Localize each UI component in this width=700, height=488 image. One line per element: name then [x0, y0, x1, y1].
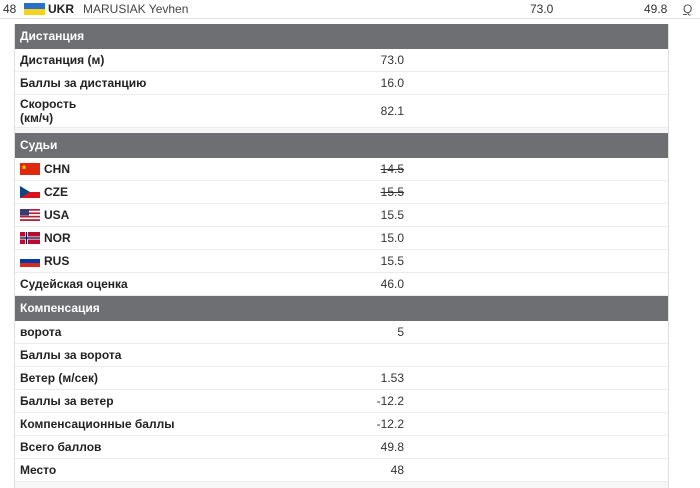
- row-label: Баллы за ворота: [20, 348, 122, 362]
- judge-score: 15.0: [380, 231, 404, 245]
- row-value: 16.0: [380, 76, 404, 90]
- judge-nation: NOR: [44, 231, 71, 245]
- row-label: Ветер (м/сек): [20, 371, 98, 385]
- detail-row-gate-points: Баллы за ворота: [15, 344, 668, 367]
- judge-score-discarded: 14.5: [380, 162, 404, 176]
- row-value: 48: [390, 463, 404, 477]
- row-value: 1.53: [380, 371, 404, 385]
- czech-flag-icon: [20, 186, 40, 198]
- row-label: Место: [20, 463, 57, 477]
- china-flag-icon: [20, 163, 40, 175]
- judge-nation: CZE: [44, 185, 68, 199]
- judge-score-discarded: 15.5: [380, 185, 404, 199]
- nation-code: UKR: [48, 2, 74, 16]
- detail-row-compensation-points: Компенсационные баллы -12.2: [15, 413, 668, 436]
- judges-section-header: Судьи: [15, 133, 668, 158]
- ukraine-flag-icon: [24, 3, 45, 15]
- detail-row-rank: Место 48: [15, 459, 668, 482]
- judge-row: CHN 14.5: [15, 158, 668, 181]
- row-value: 73.0: [380, 53, 404, 67]
- judge-nation: USA: [44, 208, 70, 222]
- row-label: Скорость (км/ч): [20, 97, 77, 125]
- row-value: 82.1: [380, 104, 404, 118]
- judge-row: USA 15.5: [15, 204, 668, 227]
- russia-flag-icon: [20, 255, 40, 267]
- row-label: Дистанция (м): [20, 53, 105, 67]
- row-value: 5: [397, 325, 404, 339]
- detail-row-gate: ворота 5: [15, 321, 668, 344]
- row-label: Всего баллов: [20, 440, 102, 454]
- row-label: ворота: [20, 325, 62, 339]
- usa-flag-icon: [20, 209, 40, 221]
- distance-value: 73.0: [530, 2, 554, 16]
- judge-score: 15.5: [380, 208, 404, 222]
- compensation-section-header: Компенсация: [15, 296, 668, 321]
- judge-nation: CHN: [44, 162, 70, 176]
- detail-row-wind-points: Баллы за ветер -12.2: [15, 390, 668, 413]
- jump-details-panel: Дистанция Дистанция (м) 73.0 Баллы за ди…: [14, 24, 669, 488]
- judge-nation: RUS: [44, 254, 70, 268]
- detail-row-wind: Ветер (м/сек) 1.53: [15, 367, 668, 390]
- norway-flag-icon: [20, 232, 40, 244]
- details-toggle-button[interactable]: Q: [683, 2, 692, 16]
- total-points-value: 49.8: [644, 2, 668, 16]
- row-label: Баллы за ветер: [20, 394, 114, 408]
- row-label: Судейская оценка: [20, 277, 128, 291]
- judge-row: CZE 15.5: [15, 181, 668, 204]
- judge-row: NOR 15.0: [15, 227, 668, 250]
- judge-row: RUS 15.5: [15, 250, 668, 273]
- detail-row-speed: Скорость (км/ч) 82.1: [15, 95, 668, 128]
- rank: 48: [3, 2, 17, 16]
- athlete-name: MARUSIAK Yevhen: [83, 2, 189, 16]
- detail-row-distance: Дистанция (м) 73.0: [15, 49, 668, 72]
- detail-row-judge-points: Судейская оценка 46.0: [15, 273, 668, 296]
- row-value: 46.0: [380, 277, 404, 291]
- row-label: Компенсационные баллы: [20, 417, 175, 431]
- detail-row-distance-points: Баллы за дистанцию 16.0: [15, 72, 668, 95]
- distance-section-header: Дистанция: [15, 24, 668, 49]
- detail-row-total-points: Всего баллов 49.8: [15, 436, 668, 459]
- judge-score: 15.5: [380, 254, 404, 268]
- result-row[interactable]: 48 UKR MARUSIAK Yevhen 73.0 49.8 Q: [0, 0, 700, 19]
- row-value: -12.2: [376, 417, 404, 431]
- row-value: 49.8: [380, 440, 404, 454]
- row-label: Баллы за дистанцию: [20, 76, 147, 90]
- row-value: -12.2: [376, 394, 404, 408]
